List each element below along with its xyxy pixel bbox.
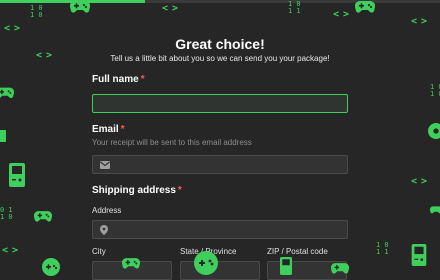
envelope-icon <box>100 161 110 169</box>
map-pin-icon <box>100 225 108 235</box>
binary-digits-decoration: 1 0 1 1 <box>376 241 389 256</box>
address-label: Address <box>92 206 122 215</box>
page-subtitle: Tell us a little bit about you so we can… <box>110 54 330 63</box>
city-label: City <box>92 247 106 256</box>
code-brackets-icon: < > <box>333 9 349 20</box>
code-brackets-icon: < > <box>411 176 427 187</box>
shipping-address-label: Shipping address * <box>92 185 182 196</box>
binary-digits-decoration: 1 0 1 1 <box>288 0 301 15</box>
handheld-console-icon <box>411 244 427 266</box>
gamepad-icon <box>428 123 440 139</box>
gamepad-icon <box>0 86 14 100</box>
required-marker: * <box>177 185 182 196</box>
code-brackets-icon: < > <box>4 23 20 34</box>
code-brackets-icon: < > <box>162 3 178 14</box>
full-name-input[interactable] <box>92 94 348 113</box>
code-brackets-icon: < > <box>2 245 18 256</box>
address-input[interactable] <box>92 220 348 239</box>
gamepad-icon <box>122 257 140 270</box>
binary-digits-decoration: 0 1 1 0 <box>0 206 13 221</box>
gamepad-icon <box>70 0 90 14</box>
gamepad-icon <box>193 251 219 275</box>
state-select[interactable] <box>180 261 260 280</box>
shipping-address-label-text: Shipping address <box>92 185 176 196</box>
required-marker: * <box>120 124 125 135</box>
full-name-label: Full name * <box>92 74 145 85</box>
handheld-console-icon <box>278 257 294 275</box>
binary-digits-decoration: 1 0 1 0 <box>430 83 440 98</box>
full-name-label-text: Full name <box>92 74 139 85</box>
email-label-text: Email <box>92 124 119 135</box>
gamepad-icon <box>42 258 60 276</box>
gamepad-icon <box>331 262 349 275</box>
zip-label: ZIP / Postal code <box>267 247 328 256</box>
code-brackets-icon: < > <box>36 50 52 61</box>
required-marker: * <box>140 74 145 85</box>
gamepad-icon <box>0 130 6 142</box>
gamepad-icon <box>34 210 52 223</box>
gamepad-icon <box>430 203 440 217</box>
email-label: Email * <box>92 124 125 135</box>
binary-digits-decoration: 1 0 1 0 <box>30 4 43 19</box>
code-brackets-icon: < > <box>411 16 427 27</box>
email-help-text: Your receipt will be sent to this email … <box>92 138 252 147</box>
gamepad-icon <box>355 0 375 14</box>
email-input[interactable] <box>92 155 348 174</box>
page-title: Great choice! <box>175 36 265 52</box>
handheld-console-icon <box>9 163 25 187</box>
